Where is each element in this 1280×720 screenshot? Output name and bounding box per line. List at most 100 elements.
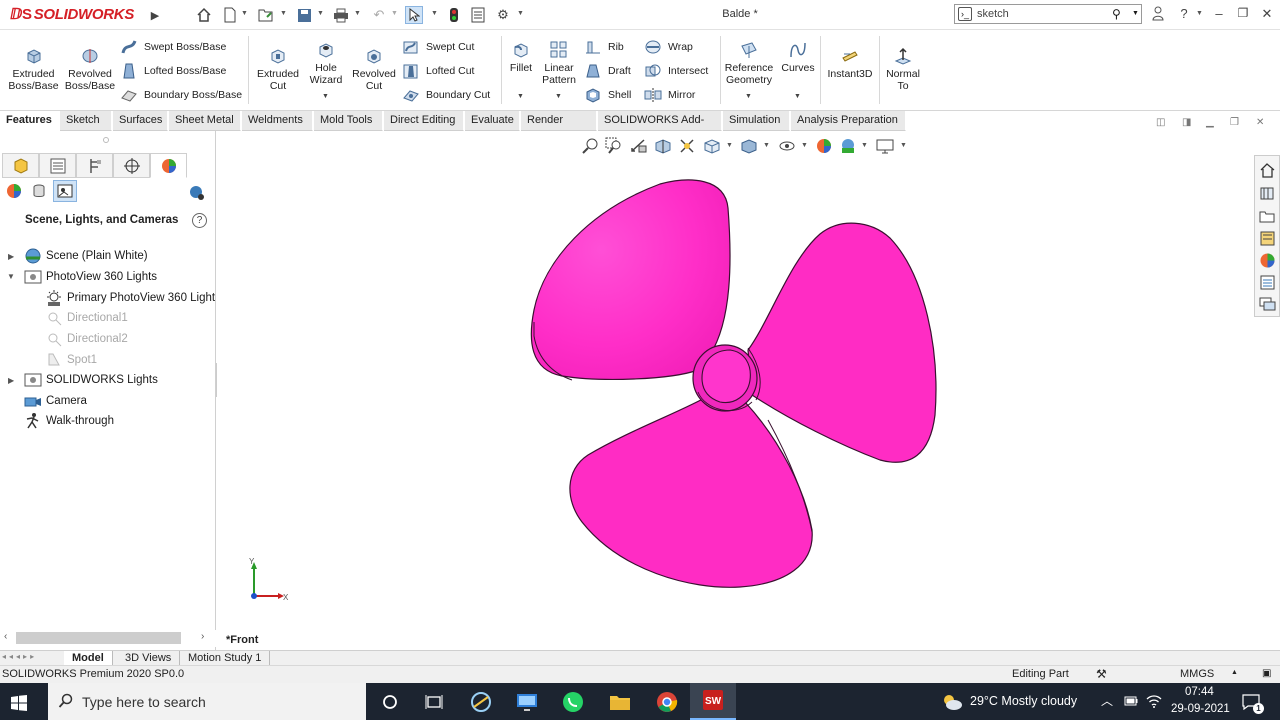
- appearances-scenes-icon[interactable]: [1259, 252, 1276, 269]
- remote-desktop-icon[interactable]: [514, 689, 540, 715]
- show-hidden-icons-icon[interactable]: ︿: [1101, 692, 1113, 709]
- tile-right-icon[interactable]: ◨: [1182, 117, 1191, 128]
- weather-text[interactable]: 29°C Mostly cloudy: [970, 694, 1077, 708]
- tree-item-primary-light[interactable]: Primary PhotoView 360 Light: [45, 289, 215, 307]
- extruded-cut-button[interactable]: Extruded Cut: [254, 46, 302, 92]
- tab-render-tools[interactable]: Render Tools: [521, 111, 597, 145]
- solidworks-resources-icon[interactable]: [1259, 162, 1276, 179]
- new-dropdown-icon[interactable]: ▼: [241, 10, 248, 17]
- tab-display-manager[interactable]: [150, 153, 187, 178]
- linear-pattern-dropdown-icon[interactable]: ▼: [555, 93, 562, 100]
- browser-app-icon[interactable]: [468, 689, 494, 715]
- expand-arrow-icon[interactable]: ▶: [8, 376, 14, 385]
- tree-item-spot1[interactable]: Spot1: [45, 351, 97, 369]
- apply-scene-icon[interactable]: [839, 137, 857, 155]
- zoom-to-fit-icon[interactable]: [581, 137, 599, 155]
- tab-simulation[interactable]: Simulation: [723, 111, 790, 131]
- select-icon[interactable]: [405, 6, 423, 24]
- hide-show-dropdown-icon[interactable]: ▼: [801, 142, 808, 149]
- clock-time[interactable]: 07:44: [1185, 686, 1214, 698]
- expand-arrow-icon[interactable]: ▶: [8, 252, 14, 261]
- print-dropdown-icon[interactable]: ▼: [354, 10, 361, 17]
- curves-button[interactable]: Curves: [780, 40, 816, 74]
- propeller-model[interactable]: [520, 170, 950, 600]
- swept-boss-button[interactable]: Swept Boss/Base: [120, 38, 226, 56]
- extruded-boss-button[interactable]: Extruded Boss/Base: [6, 46, 61, 92]
- minimize-icon[interactable]: –: [1210, 6, 1228, 21]
- tab-mold-tools[interactable]: Mold Tools: [314, 111, 383, 131]
- weather-cloud-icon[interactable]: [940, 692, 964, 712]
- restore-icon[interactable]: ❐: [1234, 6, 1252, 20]
- select-dropdown-icon[interactable]: ▼: [431, 10, 438, 17]
- edit-appearance-icon[interactable]: [815, 137, 833, 155]
- open-dropdown-icon[interactable]: ▼: [280, 10, 287, 17]
- fillet-button[interactable]: Fillet: [505, 40, 537, 74]
- reference-geometry-dropdown-icon[interactable]: ▼: [745, 93, 752, 100]
- tree-item-scene[interactable]: Scene (Plain White): [24, 247, 148, 265]
- tree-item-solidworks-lights[interactable]: SOLIDWORKS Lights: [24, 371, 158, 389]
- draft-button[interactable]: Draft: [584, 62, 631, 80]
- boundary-boss-button[interactable]: Boundary Boss/Base: [120, 86, 242, 104]
- menu-expand-icon[interactable]: ▶: [146, 6, 164, 24]
- status-bar-toggle-icon[interactable]: ▣: [1262, 668, 1271, 679]
- curves-dropdown-icon[interactable]: ▼: [794, 93, 801, 100]
- display-style-icon[interactable]: [740, 137, 758, 155]
- view-orientation-dropdown-icon[interactable]: ▼: [726, 142, 733, 149]
- tab-direct-editing[interactable]: Direct Editing: [384, 111, 464, 131]
- tab-motion-study[interactable]: Motion Study 1: [180, 651, 271, 666]
- hide-show-items-icon[interactable]: [778, 137, 796, 155]
- shell-button[interactable]: Shell: [584, 86, 631, 104]
- tab-analysis-preparation[interactable]: Analysis Preparation: [791, 111, 906, 131]
- lofted-boss-button[interactable]: Lofted Boss/Base: [120, 62, 226, 80]
- previous-view-icon[interactable]: [630, 137, 648, 155]
- linear-pattern-button[interactable]: Linear Pattern: [540, 40, 578, 86]
- user-account-icon[interactable]: [1149, 6, 1167, 24]
- instant3d-button[interactable]: Instant3D: [824, 46, 876, 80]
- panel-grip-icon[interactable]: [103, 137, 109, 143]
- lofted-cut-button[interactable]: Lofted Cut: [402, 62, 474, 80]
- tab-3d-views[interactable]: 3D Views: [117, 651, 181, 666]
- tab-model[interactable]: Model: [64, 651, 113, 666]
- mirror-button[interactable]: Mirror: [644, 86, 695, 104]
- undo-icon[interactable]: ↶: [370, 6, 388, 24]
- options-gear-icon[interactable]: ⚙: [494, 6, 512, 24]
- swept-cut-button[interactable]: Swept Cut: [402, 38, 474, 56]
- display-style-dropdown-icon[interactable]: ▼: [763, 142, 770, 149]
- tree-item-directional1[interactable]: Directional1: [45, 309, 128, 327]
- hub-inner[interactable]: [701, 349, 751, 404]
- close-icon[interactable]: ✕: [1258, 6, 1276, 22]
- section-view-icon[interactable]: [654, 137, 672, 155]
- wrap-button[interactable]: Wrap: [644, 38, 693, 56]
- scene-settings-icon[interactable]: [188, 184, 206, 205]
- dynamic-annotation-icon[interactable]: [678, 137, 696, 155]
- scroll-thumb[interactable]: [16, 632, 181, 644]
- solidworks-taskbar-button[interactable]: SW: [690, 683, 736, 720]
- hole-wizard-dropdown-icon[interactable]: ▼: [322, 93, 329, 100]
- file-properties-icon[interactable]: [469, 6, 487, 24]
- blade-right[interactable]: [747, 222, 937, 463]
- taskbar-search-box[interactable]: Type here to search: [48, 683, 366, 720]
- search-type-icon[interactable]: ›_: [958, 7, 972, 21]
- tree-item-walkthrough[interactable]: Walk-through: [24, 412, 114, 430]
- save-icon[interactable]: [295, 6, 313, 24]
- chrome-icon[interactable]: [654, 689, 680, 715]
- help-icon[interactable]: ?: [1175, 6, 1193, 21]
- help-circle-icon[interactable]: ?: [192, 213, 207, 228]
- undo-dropdown-icon[interactable]: ▼: [391, 10, 398, 17]
- reference-geometry-button[interactable]: Reference Geometry: [722, 40, 776, 86]
- unit-system[interactable]: MMGS: [1180, 668, 1214, 680]
- battery-icon[interactable]: [1124, 696, 1138, 706]
- boundary-cut-button[interactable]: Boundary Cut: [402, 86, 490, 104]
- forum-icon[interactable]: [1259, 296, 1276, 313]
- file-explorer-icon[interactable]: [1259, 208, 1276, 225]
- doc-close-icon[interactable]: ✕: [1256, 117, 1264, 128]
- view-settings-dropdown-icon[interactable]: ▼: [900, 142, 907, 149]
- unit-dropdown-icon[interactable]: ▲: [1231, 669, 1238, 676]
- cortana-icon[interactable]: [377, 689, 403, 715]
- search-input[interactable]: [977, 6, 1107, 22]
- view-settings-icon[interactable]: [876, 137, 894, 155]
- view-scene-lights-cameras-icon[interactable]: [53, 180, 77, 202]
- save-dropdown-icon[interactable]: ▼: [317, 10, 324, 17]
- new-document-icon[interactable]: [221, 6, 239, 24]
- tree-item-photoview-lights[interactable]: PhotoView 360 Lights: [24, 268, 157, 286]
